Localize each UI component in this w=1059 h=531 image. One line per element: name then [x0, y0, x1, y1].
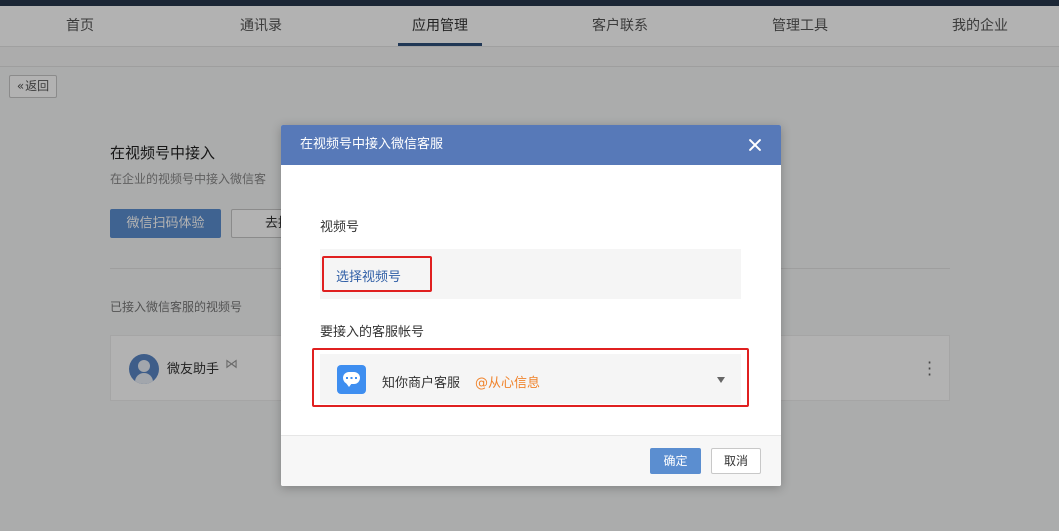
channel-field-label: 视频号 — [320, 220, 360, 235]
cancel-button[interactable]: 取消 — [711, 448, 761, 474]
connect-dialog: 在视频号中接入微信客服 视频号 选择视频号 要接入的客服帐号 知你商户客服 @从… — [281, 125, 781, 486]
dialog-title: 在视频号中接入微信客服 — [300, 137, 444, 152]
highlight-box-account — [312, 348, 749, 407]
close-icon[interactable] — [745, 135, 765, 155]
highlight-box-channel — [322, 256, 432, 292]
account-field-label: 要接入的客服帐号 — [320, 325, 425, 340]
dialog-footer: 确定 取消 — [281, 435, 781, 486]
dialog-header: 在视频号中接入微信客服 — [281, 125, 781, 165]
confirm-button[interactable]: 确定 — [650, 448, 701, 474]
